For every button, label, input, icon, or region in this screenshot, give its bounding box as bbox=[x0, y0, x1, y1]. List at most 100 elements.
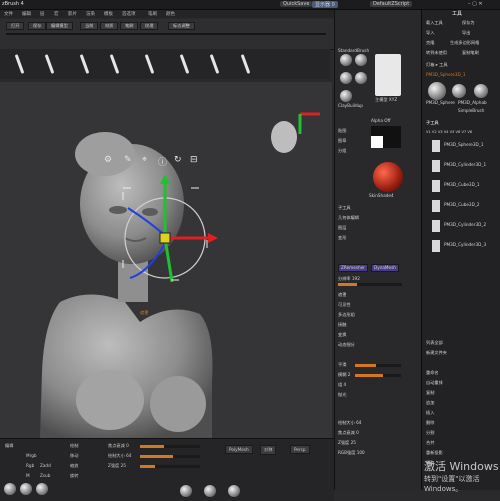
intensity-field[interactable]: Z强度 25 bbox=[108, 463, 126, 469]
info-icon[interactable]: ⓘ bbox=[158, 155, 167, 168]
subtool-action[interactable]: 合并 bbox=[426, 440, 434, 446]
current-tool[interactable]: PM3D_Sphere3D_1 bbox=[426, 72, 466, 77]
bottom-label[interactable]: 缩放 bbox=[70, 463, 78, 469]
pin-icon[interactable]: ✎ bbox=[124, 155, 132, 165]
default-script-button[interactable]: DefaultZScript bbox=[370, 1, 413, 7]
subtool-action[interactable]: 重命名 bbox=[426, 370, 439, 376]
material-thumb[interactable] bbox=[204, 485, 216, 497]
brush-thumb[interactable] bbox=[340, 72, 352, 84]
polish-field[interactable]: 抛光 bbox=[338, 392, 346, 398]
subtool-action[interactable]: 插入 bbox=[426, 410, 434, 416]
panel-item[interactable]: 接触 bbox=[338, 322, 346, 328]
tool-button[interactable]: 导入 bbox=[426, 30, 434, 36]
panel-item[interactable]: 图层 bbox=[338, 225, 346, 231]
quicksave-button[interactable]: QuickSave bbox=[280, 1, 313, 7]
menu-item-layer[interactable]: 层 bbox=[40, 11, 45, 17]
subtool-action[interactable]: 分割 bbox=[426, 430, 434, 436]
subtool-action[interactable]: 追加 bbox=[426, 400, 434, 406]
edit-model-button[interactable]: 编辑模型 bbox=[46, 22, 73, 30]
blur-field[interactable]: 模糊 2 bbox=[338, 372, 350, 378]
brush-slot[interactable] bbox=[75, 51, 97, 77]
menu-item-movie[interactable]: 影片 bbox=[68, 11, 77, 17]
subtool-action[interactable]: 新建文件夹 bbox=[426, 350, 447, 356]
panel-item[interactable]: 分组 bbox=[338, 148, 346, 154]
panel-item[interactable]: 子工具 bbox=[338, 205, 351, 211]
subtool-header[interactable]: 子工具 bbox=[426, 120, 439, 126]
window-controls[interactable]: – ▢ ✕ bbox=[468, 1, 483, 7]
material-thumb[interactable] bbox=[20, 483, 32, 495]
symmetry-button[interactable]: 对称 bbox=[260, 445, 277, 455]
refresh-icon[interactable]: ↻ bbox=[174, 155, 182, 165]
menu-item-preferences[interactable]: 首选项 bbox=[122, 11, 136, 17]
current-button[interactable]: 当前 bbox=[80, 22, 99, 30]
tool-thumb[interactable] bbox=[452, 84, 466, 98]
bottom-label[interactable]: 旋转 bbox=[70, 473, 78, 479]
brush-thumb[interactable] bbox=[340, 90, 352, 102]
material-thumb[interactable] bbox=[228, 485, 240, 497]
bottom-label[interactable]: 移动 bbox=[70, 453, 78, 459]
panel-item[interactable]: 动态细分 bbox=[338, 342, 355, 348]
subtool-item[interactable]: PM3D_Cube3D_1 bbox=[444, 182, 480, 187]
draw-size-field[interactable]: 绘制大小 64 bbox=[338, 420, 361, 426]
subtool-tab[interactable]: V3 bbox=[438, 130, 443, 134]
subtool-item[interactable]: PM3D_Cube3D_2 bbox=[444, 202, 480, 207]
resolution-field[interactable]: 分辨率 192 bbox=[338, 276, 360, 282]
bottom-label[interactable]: Zadd bbox=[40, 463, 51, 468]
menu-item-brush[interactable]: 笔刷 bbox=[148, 11, 157, 17]
panel-item[interactable]: 贴图 bbox=[338, 128, 346, 134]
focal-slider[interactable] bbox=[140, 445, 200, 448]
location-icon[interactable]: ⌖ bbox=[142, 155, 147, 165]
panel-item[interactable]: 可见性 bbox=[338, 302, 351, 308]
bottom-label[interactable]: 绘制 bbox=[70, 443, 78, 449]
brush-slot[interactable] bbox=[10, 51, 32, 77]
viewport-canvas[interactable]: ⚙ ✎ ⌖ ⓘ ↻ ⊟ 遮罩 bbox=[0, 82, 332, 438]
subtool-tab[interactable]: V7 bbox=[461, 130, 466, 134]
resolution-slider[interactable] bbox=[338, 283, 402, 286]
tool-button[interactable]: 克隆 bbox=[426, 40, 434, 46]
subtool-action[interactable]: 自动重排 bbox=[426, 380, 443, 386]
subtool-item[interactable]: PM3D_Cylinder3D_2 bbox=[444, 222, 486, 227]
menu-item-file[interactable]: 文件 bbox=[4, 11, 13, 17]
tool-button[interactable]: 载入工具 bbox=[426, 20, 443, 26]
subtool-item[interactable]: PM3D_Cylinder3D_1 bbox=[444, 162, 486, 167]
bottom-label[interactable]: M bbox=[26, 473, 30, 478]
brush-thumb[interactable] bbox=[355, 72, 367, 84]
menu-item-edit[interactable]: 编辑 bbox=[22, 11, 31, 17]
draw-size-field[interactable]: 绘制大小 64 bbox=[108, 453, 131, 459]
subtool-item[interactable]: PM3D_Cylinder3D_3 bbox=[444, 242, 486, 247]
lock-icon[interactable]: ⊟ bbox=[190, 155, 198, 165]
tool-button[interactable]: 保存为 bbox=[462, 20, 475, 26]
save-button[interactable]: 保存 bbox=[28, 22, 47, 30]
brush-slot[interactable] bbox=[140, 51, 162, 77]
gear-icon[interactable]: ⚙ bbox=[104, 155, 112, 165]
subtool-action[interactable]: 删除 bbox=[426, 420, 434, 426]
brush-thumb[interactable] bbox=[340, 54, 352, 66]
brush-slot[interactable] bbox=[40, 51, 62, 77]
panel-item[interactable]: 变形 bbox=[338, 235, 346, 241]
brush-button[interactable]: 笔刷 bbox=[120, 22, 139, 30]
marker-adjust-button[interactable]: 标志调整 bbox=[168, 22, 195, 30]
tool-button[interactable]: 复制笔刷 bbox=[462, 50, 479, 56]
dynamesh-button[interactable]: DynaMesh bbox=[371, 264, 399, 272]
blur-slider[interactable] bbox=[355, 374, 401, 377]
persp-button[interactable]: Persp bbox=[290, 445, 310, 454]
polymesh-button[interactable]: PolyMesh bbox=[225, 445, 253, 454]
subtool-tab[interactable]: V6 bbox=[456, 130, 461, 134]
bottom-label[interactable]: Mrgb bbox=[26, 453, 37, 458]
texture-button[interactable]: 纹理 bbox=[140, 22, 159, 30]
brush-slot[interactable] bbox=[175, 51, 197, 77]
brush-thumb[interactable] bbox=[355, 54, 367, 66]
tool-button[interactable]: 转到未使用 bbox=[426, 50, 447, 56]
subtool-tab[interactable]: V1 bbox=[426, 130, 431, 134]
brush-slot[interactable] bbox=[205, 51, 227, 77]
intensity-slider[interactable] bbox=[140, 465, 200, 468]
menu-item-macro[interactable]: 宏 bbox=[54, 11, 59, 17]
open-button[interactable]: 打开 bbox=[6, 22, 25, 30]
subtool-action[interactable]: 复制 bbox=[426, 390, 434, 396]
material-button[interactable]: 材质 bbox=[100, 22, 119, 30]
material-sphere[interactable] bbox=[373, 162, 403, 192]
panel-item[interactable]: 多边形组 bbox=[338, 312, 355, 318]
subtool-action[interactable]: 重新投影 bbox=[426, 450, 443, 456]
panel-item[interactable]: 图章 bbox=[338, 138, 346, 144]
bottom-label[interactable]: Zsub bbox=[40, 473, 50, 478]
